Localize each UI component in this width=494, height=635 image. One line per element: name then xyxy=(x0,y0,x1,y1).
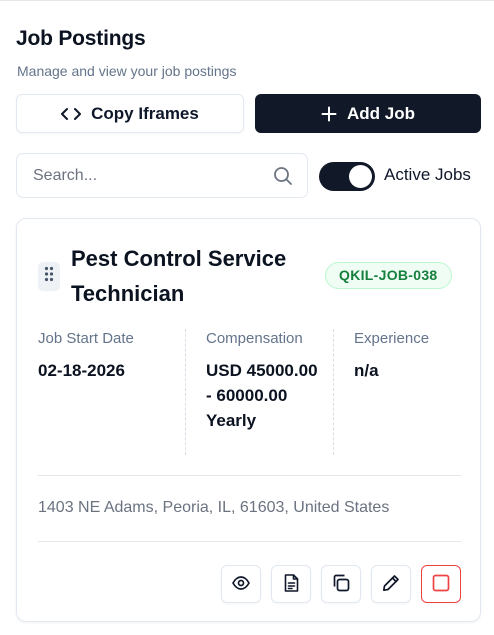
compensation-label: Compensation xyxy=(206,330,303,347)
page-subtitle: Manage and view your job postings xyxy=(17,63,237,79)
job-actions xyxy=(221,565,461,603)
add-job-button[interactable]: Add Job xyxy=(255,94,481,133)
experience-label: Experience xyxy=(354,330,430,347)
square-icon xyxy=(432,574,450,595)
drag-handle[interactable] xyxy=(38,262,60,291)
active-jobs-label: Active Jobs xyxy=(384,165,471,184)
deactivate-job-button[interactable] xyxy=(421,565,461,603)
add-job-label: Add Job xyxy=(347,103,415,123)
job-start-date: Job Start Date 02-18-2026 xyxy=(38,329,178,383)
job-id-badge: QKIL-JOB-038 xyxy=(325,262,452,289)
job-details-button[interactable] xyxy=(271,565,311,603)
experience-value: n/a xyxy=(354,361,379,380)
grip-vertical-icon xyxy=(44,266,54,287)
compensation: Compensation USD 45000.00 - 60000.00 Yea… xyxy=(206,329,326,433)
active-jobs-toggle[interactable] xyxy=(319,162,375,191)
page-title: Job Postings xyxy=(16,27,146,50)
job-title: Pest Control Service Technician xyxy=(71,246,287,306)
toggle-knob xyxy=(349,165,372,188)
job-card: Pest Control Service Technician QKIL-JOB… xyxy=(16,218,481,622)
search-box xyxy=(16,153,308,198)
plus-icon xyxy=(321,106,337,122)
top-border xyxy=(0,0,494,1)
copy-iframes-button[interactable]: Copy Iframes xyxy=(16,94,244,133)
edit-job-button[interactable] xyxy=(371,565,411,603)
job-start-date-label: Job Start Date xyxy=(38,330,134,347)
column-divider xyxy=(185,329,186,455)
search-icon[interactable] xyxy=(273,166,293,191)
view-job-button[interactable] xyxy=(221,565,261,603)
eye-icon xyxy=(232,575,250,593)
pencil-icon xyxy=(382,574,400,595)
copy-icon xyxy=(332,574,350,595)
copy-iframes-label: Copy Iframes xyxy=(91,103,199,123)
duplicate-job-button[interactable] xyxy=(321,565,361,603)
job-start-date-value: 02-18-2026 xyxy=(38,361,125,380)
experience: Experience n/a xyxy=(354,329,464,383)
divider xyxy=(38,541,461,542)
search-input[interactable] xyxy=(17,154,267,197)
column-divider xyxy=(333,329,334,455)
code-icon xyxy=(61,106,82,122)
compensation-value: USD 45000.00 - 60000.00 Yearly xyxy=(206,361,318,430)
divider xyxy=(38,475,461,476)
file-text-icon xyxy=(284,573,299,595)
job-address: 1403 NE Adams, Peoria, IL, 61603, United… xyxy=(38,499,390,516)
